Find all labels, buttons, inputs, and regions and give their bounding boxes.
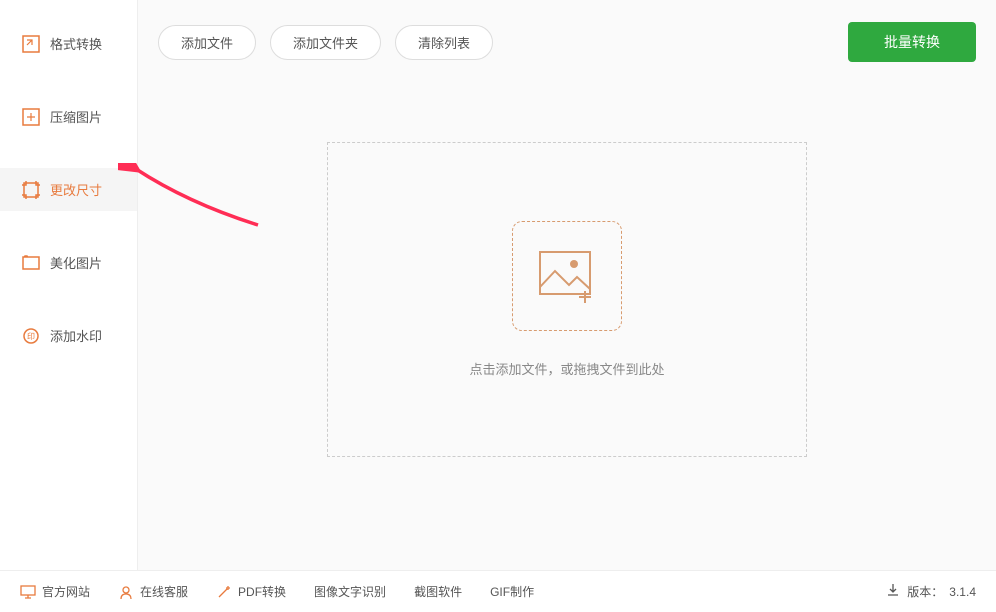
beautify-icon xyxy=(22,254,40,272)
sidebar-item-format-convert[interactable]: 格式转换 xyxy=(0,22,137,65)
sidebar-item-label: 格式转换 xyxy=(50,34,102,53)
footer-item-label: 在线客服 xyxy=(140,583,188,600)
footer-item-label: 官方网站 xyxy=(42,583,90,600)
footer-ocr[interactable]: 图像文字识别 xyxy=(314,583,386,600)
footer-screenshot[interactable]: 截图软件 xyxy=(414,583,462,600)
svg-text:印: 印 xyxy=(27,332,35,341)
footer-pdf-convert[interactable]: PDF转换 xyxy=(216,583,286,600)
sidebar-item-label: 美化图片 xyxy=(50,253,102,272)
footer-item-label: 图像文字识别 xyxy=(314,583,386,600)
sidebar-item-label: 压缩图片 xyxy=(50,107,102,126)
resize-icon xyxy=(22,181,40,199)
headset-icon xyxy=(118,584,134,600)
sidebar-item-beautify[interactable]: 美化图片 xyxy=(0,241,137,284)
format-convert-icon xyxy=(22,35,40,53)
footer-item-label: PDF转换 xyxy=(238,583,286,600)
toolbar: 添加文件 添加文件夹 清除列表 批量转换 xyxy=(158,22,976,62)
sidebar-item-compress[interactable]: 压缩图片 xyxy=(0,95,137,138)
batch-convert-button[interactable]: 批量转换 xyxy=(848,22,976,62)
main-panel: 添加文件 添加文件夹 清除列表 批量转换 点击添加文件，或拖拽文件到此处 xyxy=(138,0,996,570)
download-icon xyxy=(885,582,901,601)
upload-image-placeholder xyxy=(512,221,622,331)
footer-customer-service[interactable]: 在线客服 xyxy=(118,583,188,600)
sidebar-item-label: 添加水印 xyxy=(50,326,102,345)
version-label: 版本： xyxy=(907,583,943,600)
dropzone[interactable]: 点击添加文件，或拖拽文件到此处 xyxy=(327,142,807,457)
sidebar-item-resize[interactable]: 更改尺寸 xyxy=(0,168,137,211)
add-folder-button[interactable]: 添加文件夹 xyxy=(270,25,381,60)
footer-gif-maker[interactable]: GIF制作 xyxy=(490,583,534,600)
dropzone-hint: 点击添加文件，或拖拽文件到此处 xyxy=(469,359,664,378)
footer-version: 版本： 3.1.4 xyxy=(885,582,976,601)
add-file-button[interactable]: 添加文件 xyxy=(158,25,256,60)
sidebar: 格式转换 压缩图片 更改尺寸 美化图片 印 添加水印 xyxy=(0,0,138,570)
image-add-icon xyxy=(537,249,597,304)
footer: 官方网站 在线客服 PDF转换 图像文字识别 截图软件 GIF制作 版本： 3.… xyxy=(0,570,996,612)
version-number: 3.1.4 xyxy=(949,585,976,599)
footer-official-site[interactable]: 官方网站 xyxy=(20,583,90,600)
watermark-icon: 印 xyxy=(22,327,40,345)
footer-item-label: GIF制作 xyxy=(490,583,534,600)
monitor-icon xyxy=(20,584,36,600)
compress-icon xyxy=(22,108,40,126)
magic-wand-icon xyxy=(216,584,232,600)
clear-list-button[interactable]: 清除列表 xyxy=(395,25,493,60)
sidebar-item-watermark[interactable]: 印 添加水印 xyxy=(0,314,137,357)
sidebar-item-label: 更改尺寸 xyxy=(50,180,102,199)
footer-item-label: 截图软件 xyxy=(414,583,462,600)
